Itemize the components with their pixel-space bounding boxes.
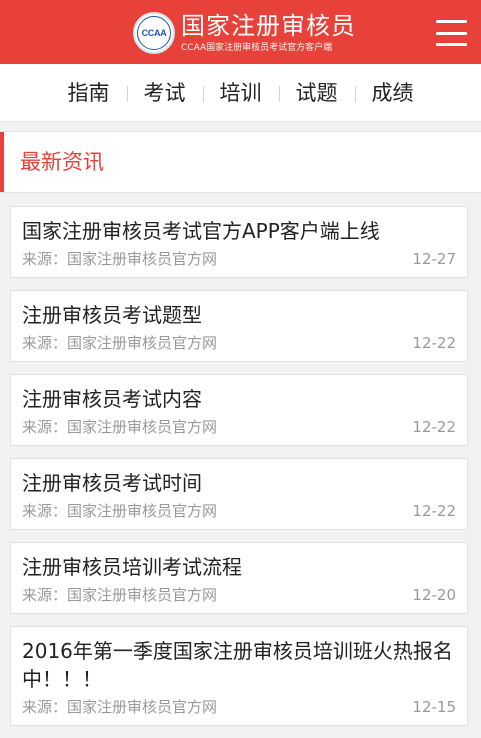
news-item[interactable]: 国家注册审核员考试官方APP客户端上线 来源：国家注册审核员官方网 12-27 [10,206,468,278]
news-source: 来源：国家注册审核员官方网 [22,586,218,604]
news-list: 国家注册审核员考试官方APP客户端上线 来源：国家注册审核员官方网 12-27 … [0,206,481,738]
nav-item-exam[interactable]: 考试 [126,78,203,108]
news-item[interactable]: 注册审核员培训考试流程 来源：国家注册审核员官方网 12-20 [10,542,468,614]
nav-item-questions[interactable]: 试题 [278,78,355,108]
app-title: 国家注册审核员 [181,12,356,40]
news-source: 来源：国家注册审核员官方网 [22,418,218,436]
app-header: CCAA 国家注册审核员 CCAA国家注册审核员考试官方客户端 [0,0,481,64]
news-title: 注册审核员考试内容 [22,387,202,411]
news-item[interactable]: 注册审核员考试时间 来源：国家注册审核员官方网 12-22 [10,458,468,530]
ccaa-logo-icon: CCAA [133,12,175,54]
news-title: 注册审核员培训考试流程 [22,555,242,579]
news-title: 注册审核员考试时间 [22,471,202,495]
nav-item-scores[interactable]: 成绩 [354,78,431,108]
news-date: 12-22 [412,502,456,520]
nav-item-training[interactable]: 培训 [202,78,279,108]
logo-text: CCAA [141,28,167,38]
nav-item-guide[interactable]: 指南 [51,78,127,108]
section-accent-bar [0,132,4,192]
news-item[interactable]: 注册审核员考试内容 来源：国家注册审核员官方网 12-22 [10,374,468,446]
news-date: 12-20 [412,586,456,604]
news-title: 2016年第一季度国家注册审核员培训班火热报名中！！！ [22,639,453,691]
latest-news-header: 最新资讯 [0,131,481,193]
brand[interactable]: CCAA 国家注册审核员 CCAA国家注册审核员考试官方客户端 [133,10,356,56]
news-source: 来源：国家注册审核员官方网 [22,250,218,268]
news-date: 12-27 [412,250,456,268]
app-subtitle: CCAA国家注册审核员考试官方客户端 [181,43,333,53]
section-title: 最新资讯 [20,150,104,174]
news-source: 来源：国家注册审核员官方网 [22,698,218,716]
news-date: 12-22 [412,418,456,436]
top-nav: 指南 考试 培训 试题 成绩 [0,64,481,122]
hamburger-menu-icon[interactable] [436,20,467,46]
news-title: 国家注册审核员考试官方APP客户端上线 [22,219,380,243]
news-date: 12-15 [412,698,456,716]
news-item[interactable]: 2016年第一季度国家注册审核员培训班火热报名中！！！ 来源：国家注册审核员官方… [10,626,468,726]
news-title: 注册审核员考试题型 [22,303,202,327]
news-source: 来源：国家注册审核员官方网 [22,502,218,520]
news-item[interactable]: 注册审核员考试题型 来源：国家注册审核员官方网 12-22 [10,290,468,362]
brand-text: 国家注册审核员 CCAA国家注册审核员考试官方客户端 [181,12,356,54]
news-date: 12-22 [412,334,456,352]
news-source: 来源：国家注册审核员官方网 [22,334,218,352]
